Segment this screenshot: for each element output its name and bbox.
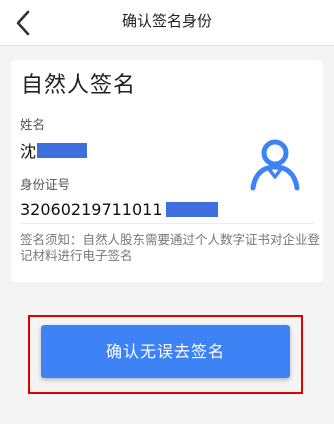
user-icon (250, 139, 300, 191)
page-title: 确认签名身份 (121, 12, 212, 30)
divider (20, 223, 314, 224)
name-label: 姓名 (20, 117, 46, 132)
id-value-row: 32060219711011 (20, 200, 218, 219)
id-value: 32060219711011 (20, 200, 163, 219)
signer-info-card: 自然人签名 姓名 沈 身份证号 32060219711011 签名须知：自然人股… (11, 60, 323, 282)
name-value-row: 沈 (20, 138, 88, 162)
id-label: 身份证号 (20, 177, 71, 192)
name-value: 沈 (20, 142, 37, 161)
confirm-sign-button[interactable]: 确认无误去签名 (41, 325, 290, 378)
name-redaction (37, 142, 88, 158)
card-title: 自然人签名 (21, 73, 137, 98)
header-bar: 确认签名身份 (0, 0, 334, 46)
signing-notice: 签名须知：自然人股东需要通过个人数字证书对企业登记材料进行电子签名 (20, 232, 321, 263)
id-redaction (165, 202, 218, 217)
